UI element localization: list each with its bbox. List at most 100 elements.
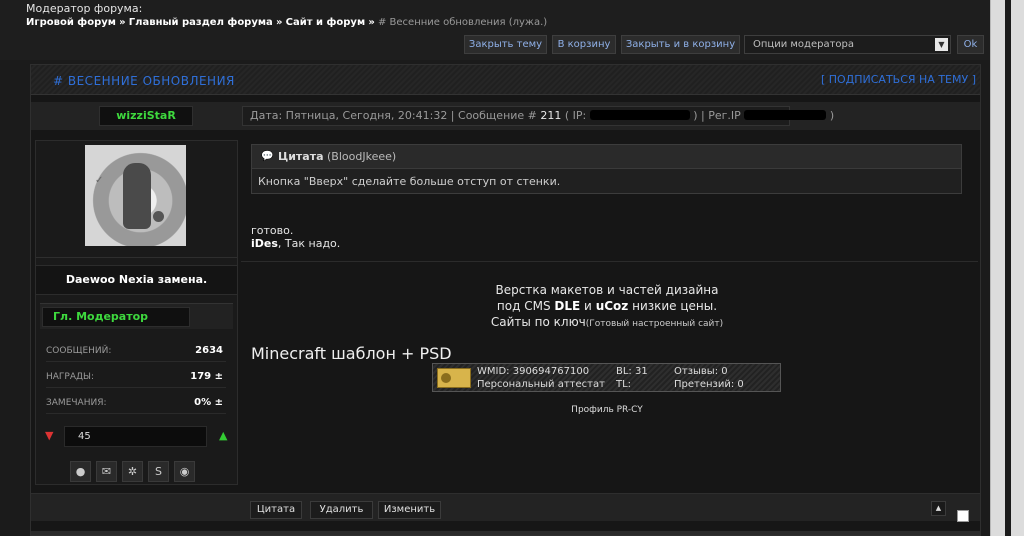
stat-warnings-label: ЗАМЕЧАНИЯ: [46,398,107,408]
mail-icon[interactable]: ✉ [96,461,117,482]
topic-title: # ВЕСЕННИЕ ОБНОВЛЕНИЯ [53,74,235,88]
breadcrumb-current: # Весенние обновления (лужа.) [377,17,548,28]
stat-awards: НАГРАДЫ: 179 ± [46,366,226,388]
pr-cy-profile-link[interactable]: Профиль PR-CY [241,405,973,415]
stat-warnings: ЗАМЕЧАНИЯ: 0% ± [46,392,226,414]
wm-id: WMID: 390694767100 [477,366,590,377]
web-icon[interactable]: ◉ [174,461,195,482]
reputation-value: 45 [64,426,207,447]
window-scrollbar[interactable] [990,0,1024,536]
post-footer: Цитата Удалить Изменить ▲ [31,493,980,522]
wm-claims: Претензий: 0 [674,379,744,390]
thumbs-down-icon[interactable]: ▼ [45,429,58,442]
reply-text: , Так надо. [277,237,341,250]
user-icon[interactable]: ● [70,461,91,482]
chevron-down-icon: ▼ [935,38,948,51]
breadcrumb-main-section[interactable]: Главный раздел форума [129,17,273,28]
post-number[interactable]: 211 [540,109,561,122]
post-date: Дата: Пятница, Сегодня, 20:41:32 | Сообщ… [250,109,537,122]
moderator-options-select[interactable]: Опции модератора ▼ [744,35,951,54]
sig-line-2-post: низкие цены. [632,299,718,313]
meta-close: ) [829,109,835,122]
breadcrumb-sep-2: » [275,17,283,28]
stat-messages-value[interactable]: 2634 [195,340,223,362]
edit-button[interactable]: Изменить [378,501,441,519]
quote-header: 💬 Цитата (BloodJkeee) [252,145,961,169]
regip-label: ) | Рег.IP [693,109,741,122]
breadcrumb-site-forum[interactable]: Сайт и форум [286,17,366,28]
webmoney-badge[interactable]: WMID: 390694767100 BL: 31 Отзывы: 0 Перс… [432,363,781,392]
avatar[interactable]: ✓ [85,145,186,246]
wm-reviews: Отзывы: 0 [674,366,728,377]
sig-line-2-pre: под CMS [496,299,551,313]
stat-messages-label: СООБЩЕНИЙ: [46,346,112,356]
sig-line-3-small: (Готовый настроенный сайт) [585,319,724,329]
delete-button[interactable]: Удалить [310,501,373,519]
ok-button[interactable]: Ok [957,35,984,54]
select-post-checkbox[interactable] [957,510,969,522]
moderator-toolbar-area: Модератор форума: Игровой форум » Главны… [0,0,990,60]
reply-mention[interactable]: iDes [251,237,278,250]
quote-block: 💬 Цитата (BloodJkeee) Кнопка "Вверх" сде… [251,144,962,194]
user-rank: Гл. Модератор [40,303,233,329]
wm-tl: TL: [616,379,632,390]
breadcrumb-sep-1: » [119,17,126,28]
sig-dle: DLE [554,299,581,313]
breadcrumb-forum[interactable]: Игровой форум [26,17,116,28]
signature-divider [241,261,978,262]
scrollbar-thumb[interactable] [1005,0,1011,536]
sig-line-1: Верстка макетов и частей дизайна [495,283,719,297]
subscribe-link[interactable]: [ ПОДПИСАТЬСЯ НА ТЕМУ ] [821,73,976,86]
breadcrumb: Игровой форум » Главный раздел форума » … [26,17,547,28]
signature-ad: Верстка макетов и частей дизайна под CMS… [241,282,973,332]
speech-bubble-icon: 💬 [261,151,274,162]
quote-author: (BloodJkeee) [327,150,397,163]
user-rank-label: Гл. Модератор [42,307,190,327]
close-and-trash-button[interactable]: Закрыть и в корзину [621,35,740,54]
ip-redacted [589,110,690,120]
ip-label: ( IP: [564,109,587,122]
topic-panel: # ВЕСЕННИЕ ОБНОВЛЕНИЯ [ ПОДПИСАТЬСЯ НА Т… [30,64,981,536]
sig-line-3: Сайты по ключ(Готовый настроенный сайт) [241,314,973,332]
reply-line-2: iDes, Так надо. [251,237,340,250]
reputation: ▼ 45 ▲ [44,426,232,448]
user-profile-column: ✓ Daewoo Nexia замена. Гл. Модератор СОО… [35,140,238,485]
wm-bl: BL: 31 [616,366,648,377]
skype-icon[interactable]: S [148,461,169,482]
close-topic-button[interactable]: Закрыть тему [464,35,547,54]
topic-titlebar: # ВЕСЕННИЕ ОБНОВЛЕНИЯ [ ПОДПИСАТЬСЯ НА Т… [31,65,980,95]
post-separator [31,531,980,535]
scroll-to-top-icon[interactable]: ▲ [931,501,946,516]
sig-ucoz: uCoz [595,299,629,313]
post-reply: готово. iDes, Так надо. [251,224,340,250]
moderator-label: Модератор форума: [26,2,143,15]
sig-line-2: под CMS DLE и uCoz низкие цены. [241,298,973,314]
nike-logo-icon: ✓ [95,175,104,186]
stat-awards-label: НАГРАДЫ: [46,372,95,382]
player-silhouette-icon [123,163,151,229]
divider [36,257,237,258]
post-author[interactable]: wizziStaR [99,106,193,126]
stat-awards-value[interactable]: 179 ± [190,366,223,388]
thumbs-up-icon[interactable]: ▲ [219,429,232,442]
reply-line-1: готово. [251,224,294,237]
wm-attest: Персональный аттестат [477,379,605,390]
to-trash-button[interactable]: В корзину [552,35,616,54]
moderator-options-value: Опции модератора [753,39,855,50]
sig-and: и [584,299,592,313]
sig-line-3-text: Сайты по ключ [490,315,586,329]
quote-text: Кнопка "Вверх" сделайте больше отступ от… [258,175,561,188]
ball-icon [153,211,164,222]
stat-messages: СООБЩЕНИЙ: 2634 [46,340,226,362]
quote-label: Цитата [278,150,324,163]
passport-card-icon [437,368,471,388]
stat-warnings-value[interactable]: 0% ± [194,392,223,414]
user-status: Daewoo Nexia замена. [36,265,237,295]
quote-button[interactable]: Цитата [250,501,302,519]
regip-redacted [744,110,827,120]
post-content: 💬 Цитата (BloodJkeee) Кнопка "Вверх" сде… [241,140,978,485]
settings-icon[interactable]: ✲ [122,461,143,482]
minecraft-template-link[interactable]: Minecraft шаблон + PSD [251,344,452,363]
post-meta: Дата: Пятница, Сегодня, 20:41:32 | Сообщ… [242,106,834,126]
post-header: wizziStaR Дата: Пятница, Сегодня, 20:41:… [31,102,980,130]
